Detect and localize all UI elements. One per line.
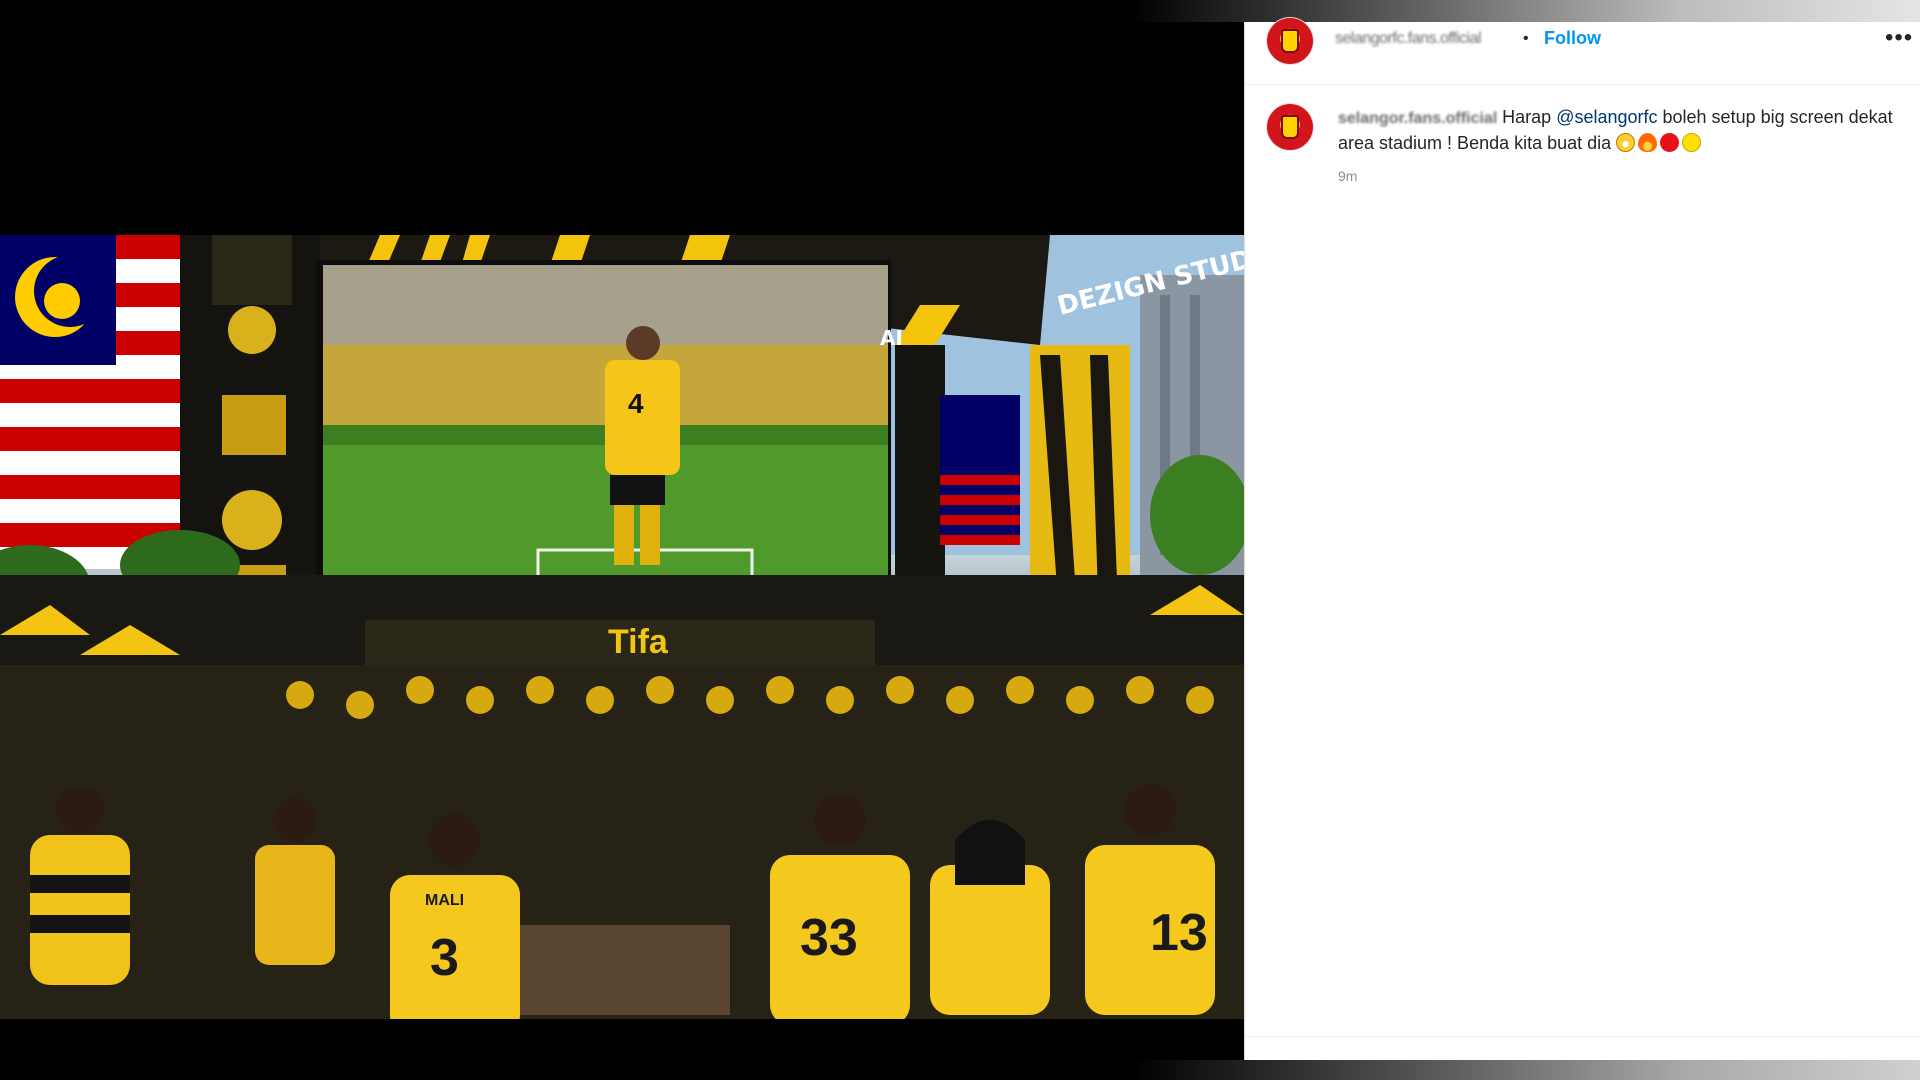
more-options-icon[interactable]: ••• [1885, 26, 1913, 50]
banner-text: Tifa [608, 623, 669, 661]
post-image-illustration: 4 AI DEZIGN STUDIO Tifa 3 MALI 33 13 [0, 235, 1244, 1019]
watermark-left: AI [880, 326, 903, 350]
fire-emoji-icon [1638, 133, 1658, 152]
post-image[interactable]: 4 AI DEZIGN STUDIO Tifa 3 MALI 33 13 [0, 235, 1244, 1019]
author-avatar[interactable] [1267, 18, 1313, 64]
club-crest-icon [1281, 115, 1299, 139]
fan-jersey-middle-number: 33 [800, 909, 858, 967]
caption-text: selangor.fans.official Harap @selangorfc… [1338, 105, 1898, 155]
author-username[interactable]: selangorfc.fans.official [1335, 30, 1482, 48]
bottom-edge-fade [1130, 1060, 1920, 1080]
media-pane: 4 AI DEZIGN STUDIO Tifa 3 MALI 33 13 [0, 0, 1244, 1080]
header-separator: • [1523, 30, 1529, 47]
red-circle-emoji-icon [1660, 133, 1680, 152]
caption-mention-link[interactable]: @selangorfc [1556, 107, 1657, 127]
fan-jersey-right-number: 13 [1150, 904, 1208, 962]
fan-jersey-left-name: MALI [425, 892, 464, 909]
caption-username[interactable]: selangor.fans.official [1338, 110, 1497, 127]
yellow-circle-emoji-icon [1682, 133, 1702, 152]
follow-button[interactable]: Follow [1544, 28, 1601, 49]
grin-emoji-icon [1616, 133, 1636, 152]
player-jersey-number: 4 [628, 388, 644, 419]
caption-timestamp[interactable]: 9m [1338, 168, 1357, 184]
top-edge-fade [1130, 0, 1920, 22]
caption-author-avatar[interactable] [1267, 104, 1313, 150]
post-header: selangorfc.fans.official • Follow ••• [1245, 18, 1920, 85]
fan-jersey-left-number: 3 [430, 929, 459, 987]
caption-text-before: Harap [1497, 107, 1557, 127]
post-side-panel: selangorfc.fans.official • Follow ••• se… [1244, 18, 1920, 1060]
club-crest-icon [1281, 29, 1299, 53]
panel-divider [1245, 1036, 1920, 1037]
